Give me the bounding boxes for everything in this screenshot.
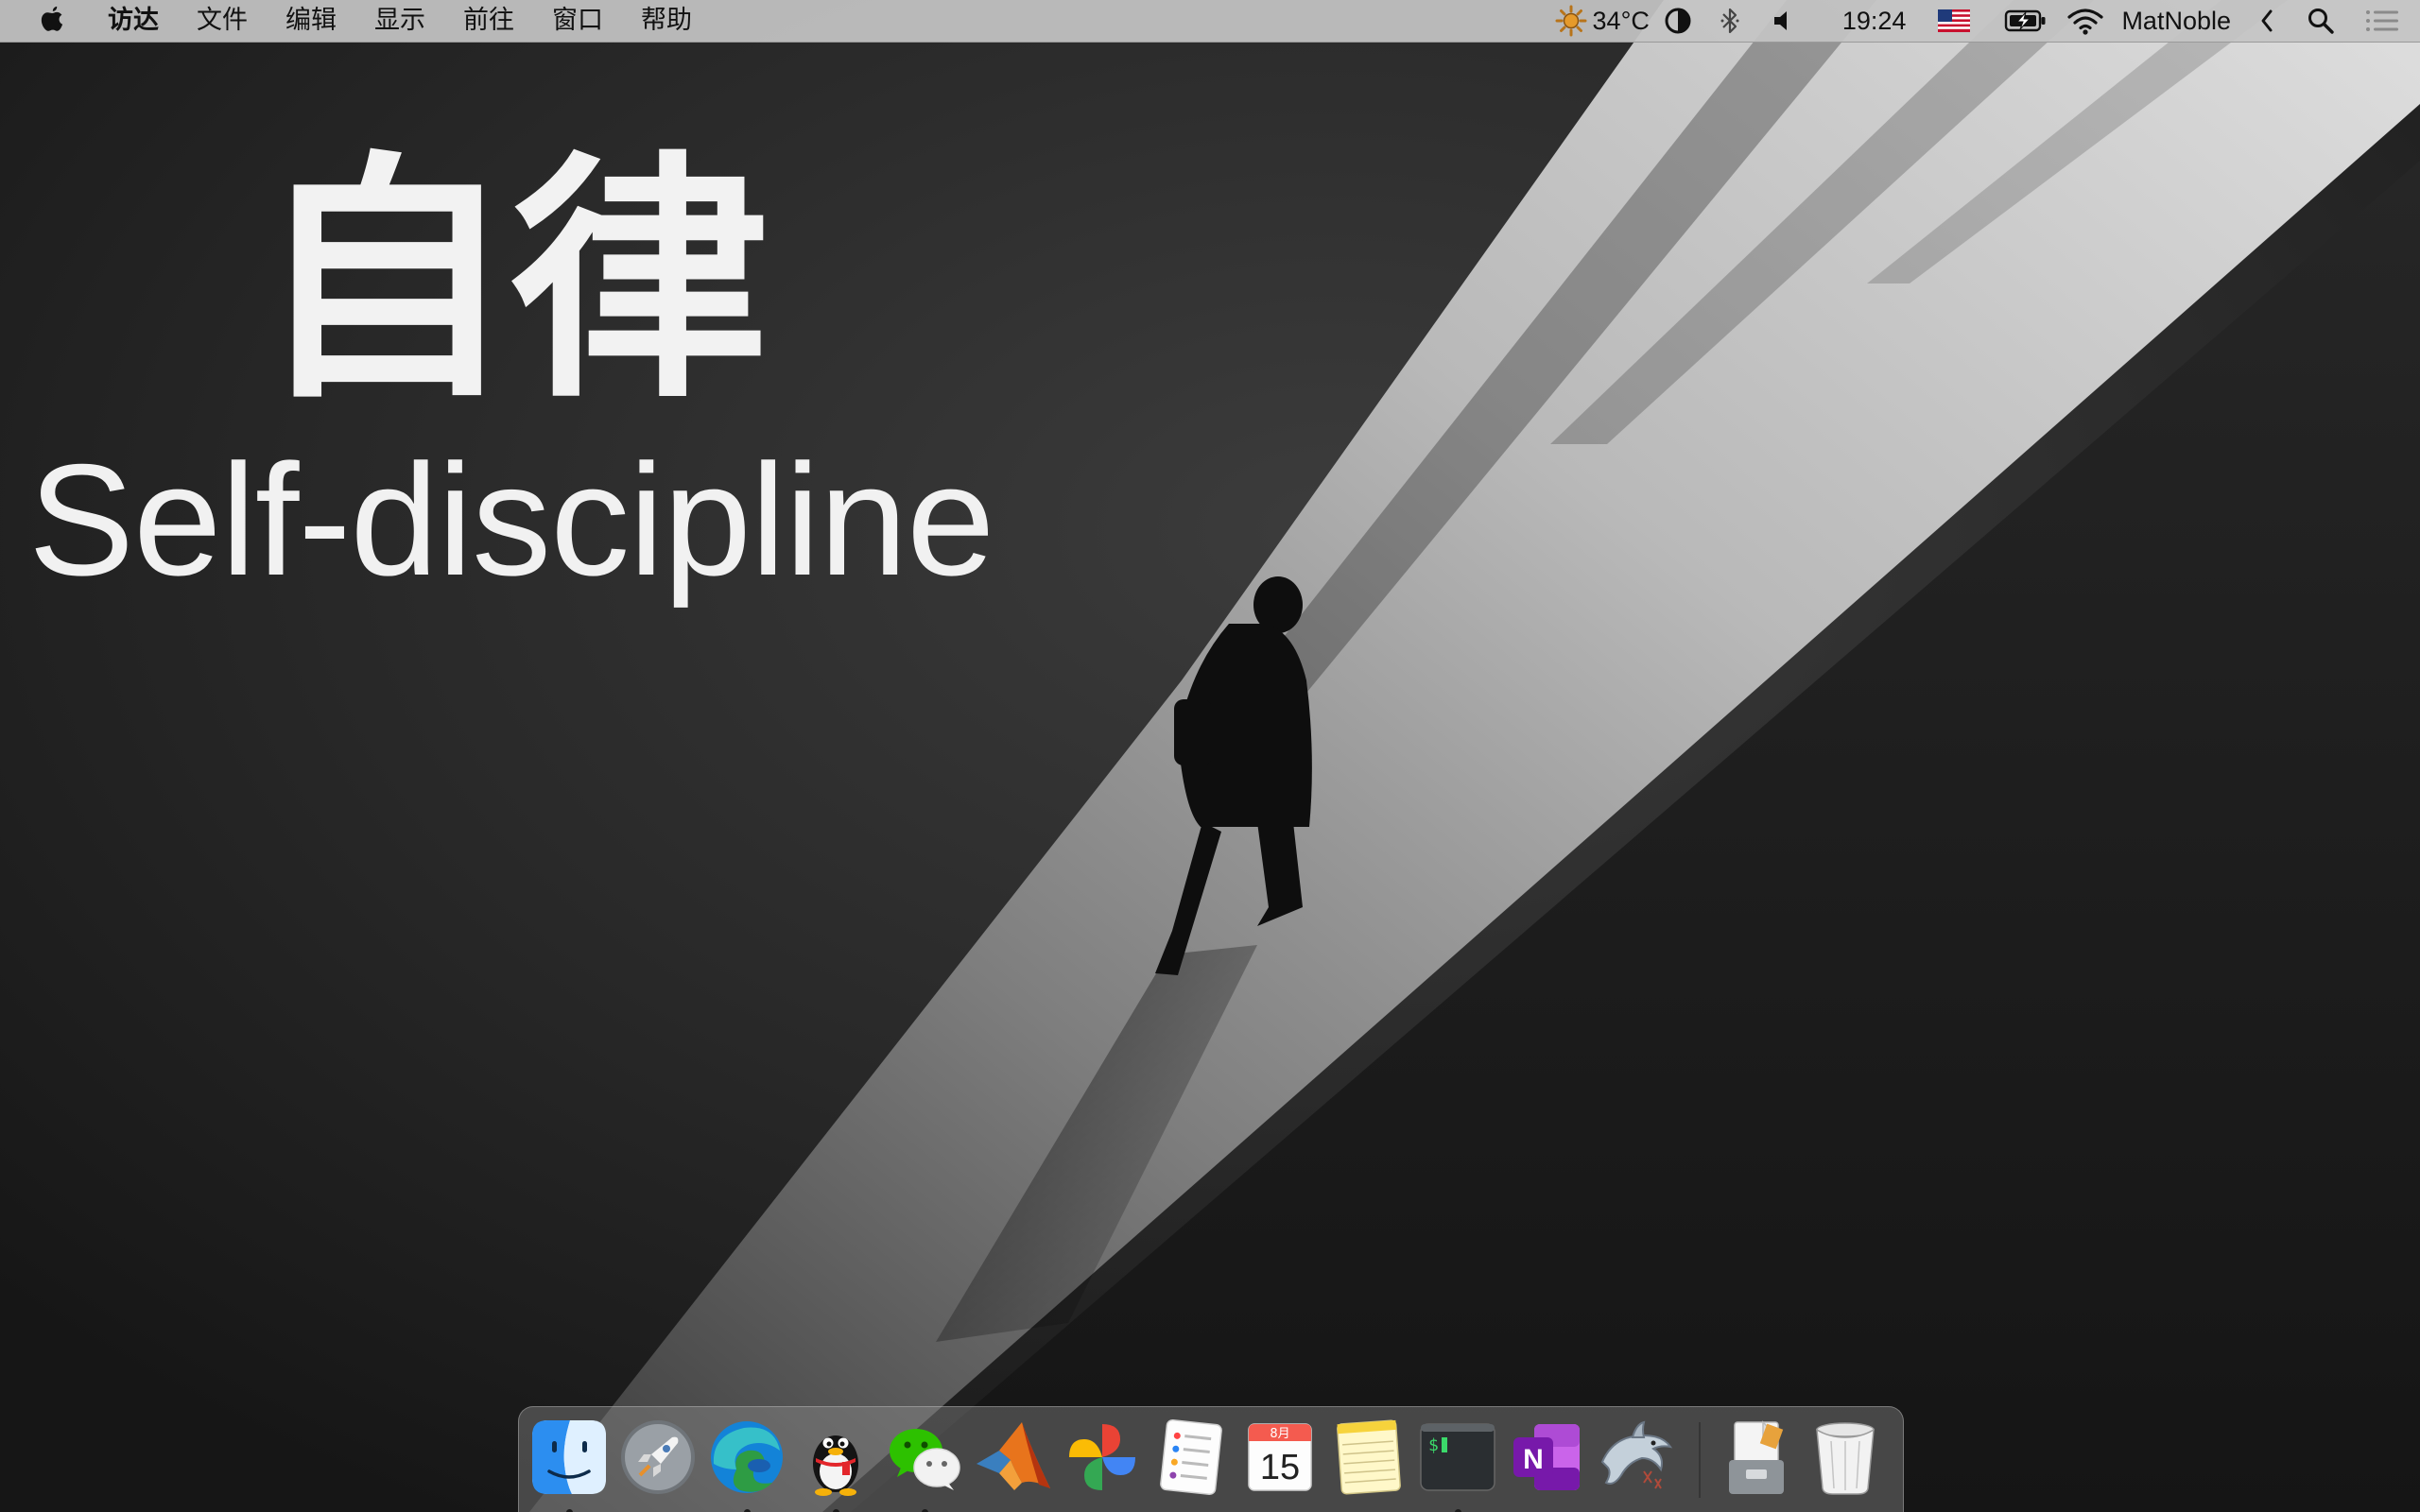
- weather-status[interactable]: 34°C: [1555, 0, 1650, 42]
- dolphin-icon: [1600, 1420, 1673, 1489]
- matlab-icon: [977, 1422, 1050, 1490]
- dock: 8月 15 $ N: [518, 1406, 1904, 1512]
- dock-google-photos[interactable]: [1062, 1417, 1143, 1498]
- input-source[interactable]: [1938, 0, 1971, 42]
- dock-qq[interactable]: [795, 1417, 876, 1512]
- temperature-label: 34°C: [1592, 6, 1650, 35]
- dock-onenote[interactable]: N: [1506, 1417, 1587, 1498]
- dock-trash[interactable]: [1805, 1417, 1886, 1498]
- dock-downloads-stack[interactable]: [1716, 1417, 1797, 1498]
- menu-go[interactable]: 前往: [448, 0, 537, 42]
- dock-finder[interactable]: [528, 1417, 610, 1512]
- dock-reminders[interactable]: [1150, 1417, 1232, 1498]
- calendar-month: 8月: [1270, 1427, 1289, 1441]
- spotlight[interactable]: [2307, 0, 2335, 42]
- dock-dolphin-app[interactable]: [1595, 1417, 1676, 1498]
- dock-terminal[interactable]: $: [1417, 1417, 1498, 1512]
- clock-time: 19:24: [1841, 6, 1907, 35]
- dock-launchpad[interactable]: [617, 1417, 699, 1498]
- bluetooth-status[interactable]: [1720, 0, 1740, 42]
- menu-help[interactable]: 帮助: [626, 0, 715, 42]
- dock-wechat[interactable]: [884, 1417, 965, 1512]
- menu-edit[interactable]: 编辑: [270, 0, 359, 42]
- apple-menu-icon[interactable]: [38, 5, 66, 37]
- svg-text:$: $: [1428, 1435, 1439, 1455]
- menu-window[interactable]: 窗口: [537, 0, 626, 42]
- google-photos-pinwheel-icon: [1069, 1424, 1135, 1490]
- dock-calendar[interactable]: 8月 15: [1239, 1417, 1321, 1498]
- notification-center-icon: [2366, 10, 2398, 31]
- menu-file[interactable]: 文件: [182, 0, 270, 42]
- terminal-icon: $: [1420, 1423, 1495, 1491]
- search-icon: [2308, 9, 2334, 34]
- wallpaper-title-chinese: 自律: [255, 130, 769, 433]
- chevron-left-icon: [2261, 9, 2273, 32]
- bluetooth-icon: [1720, 8, 1739, 34]
- menu-finder[interactable]: 访达: [93, 0, 182, 42]
- finder-icon: [532, 1420, 606, 1494]
- wechat-icon: [890, 1429, 960, 1490]
- dock-matlab[interactable]: [973, 1417, 1054, 1498]
- qq-penguin-icon: [813, 1435, 858, 1496]
- battery-charging-icon: [2005, 9, 2046, 32]
- reminders-list-icon: [1160, 1419, 1222, 1495]
- wallpaper-title-english: Self-discipline: [28, 431, 994, 609]
- calendar-icon: 8月 15: [1248, 1423, 1312, 1491]
- launchpad-rocket-icon: [621, 1420, 695, 1494]
- us-flag-icon: [1938, 9, 1971, 32]
- menubar-collapse[interactable]: [2259, 0, 2274, 42]
- onenote-icon: N: [1513, 1424, 1580, 1490]
- sun-icon: [1555, 5, 1587, 37]
- menu-view[interactable]: 显示: [359, 0, 448, 42]
- battery-status[interactable]: [2004, 0, 2048, 42]
- wifi-icon: [2067, 9, 2104, 35]
- notes-icon: [1337, 1419, 1401, 1495]
- clock[interactable]: 19:24: [1842, 0, 1907, 42]
- dock-separator: [1699, 1422, 1701, 1498]
- dark-mode-toggle-icon: [1665, 8, 1691, 34]
- menu-bar: 访达 文件 编辑 显示 前往 窗口 帮助 34°C 19:24 MatNoble: [0, 0, 2420, 43]
- edge-browser-icon: [711, 1421, 783, 1493]
- downloads-stack-icon: [1729, 1420, 1784, 1494]
- notification-center[interactable]: [2365, 0, 2399, 42]
- desktop[interactable]: 访达 文件 编辑 显示 前往 窗口 帮助 34°C 19:24 MatNoble…: [0, 0, 2420, 1512]
- dock-edge[interactable]: [706, 1417, 787, 1512]
- dock-notes[interactable]: [1328, 1417, 1409, 1498]
- appearance-toggle[interactable]: [1663, 0, 1693, 42]
- volume-icon: [1773, 11, 1787, 30]
- volume-status[interactable]: [1772, 0, 1795, 42]
- calendar-day: 15: [1260, 1448, 1300, 1487]
- username-label: MatNoble: [2121, 6, 2231, 35]
- wifi-status[interactable]: [2066, 0, 2104, 42]
- svg-text:N: N: [1523, 1444, 1544, 1475]
- user-menu[interactable]: MatNoble: [2121, 0, 2231, 42]
- trash-icon: [1816, 1422, 1875, 1495]
